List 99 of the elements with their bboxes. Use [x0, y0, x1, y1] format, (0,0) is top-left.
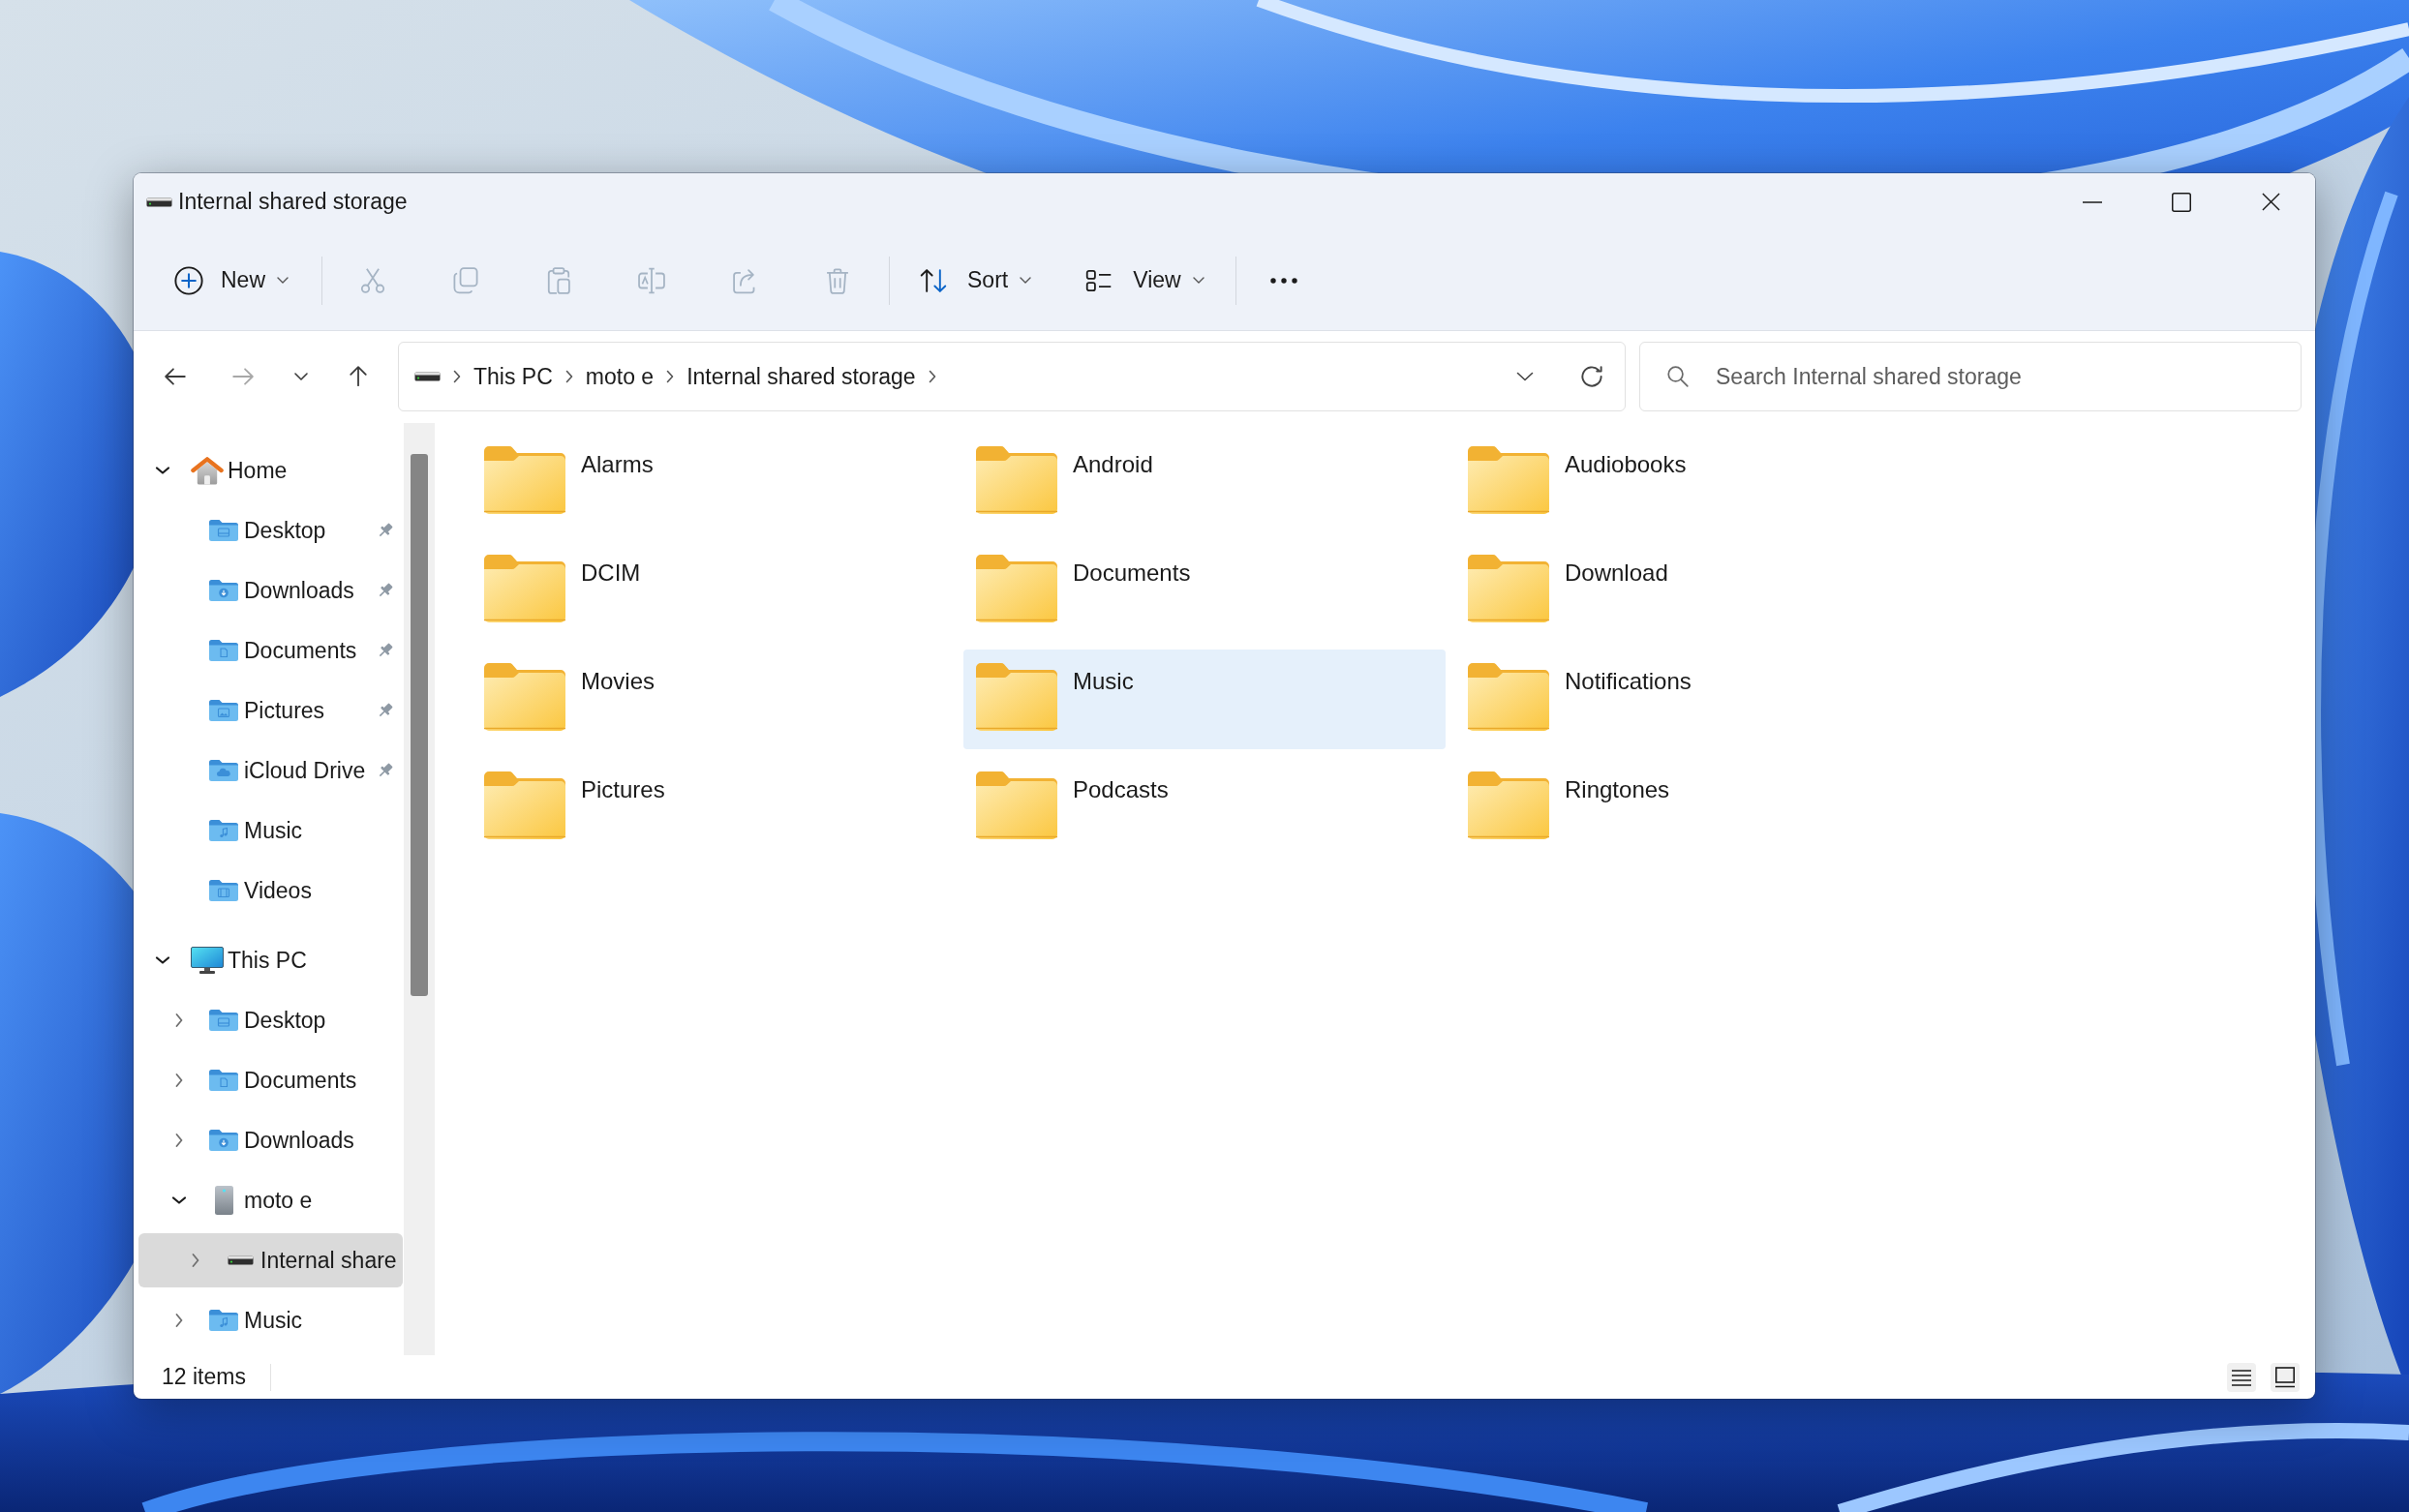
chevron-icon[interactable]	[666, 370, 675, 383]
chevron-right-icon[interactable]	[174, 1013, 184, 1028]
home-icon	[191, 456, 224, 485]
folder-item[interactable]: Ringtones	[1455, 758, 1937, 858]
breadcrumb[interactable]: moto e	[585, 363, 655, 390]
chevron-down-icon	[293, 372, 309, 381]
folder-item[interactable]: Audiobooks	[1455, 433, 1937, 532]
music-folder-icon	[209, 1310, 238, 1331]
breadcrumb[interactable]: This PC	[473, 363, 553, 390]
folder-item[interactable]: Download	[1455, 541, 1937, 641]
folder-item[interactable]: Movies	[472, 650, 954, 749]
folder-icon	[1468, 555, 1549, 622]
sidebar-item[interactable]: iCloud Drive	[138, 743, 403, 798]
caret-icon	[1192, 277, 1204, 284]
folder-icon	[484, 663, 565, 731]
sidebar-item[interactable]: Documents	[138, 1053, 403, 1107]
item-count: 12 items	[162, 1364, 246, 1390]
desktop-folder-icon	[209, 1010, 238, 1031]
refresh-icon	[1581, 366, 1602, 387]
sidebar-item[interactable]: Desktop	[138, 503, 403, 558]
folder-item[interactable]: Music	[963, 650, 1446, 749]
downloads-folder-icon	[209, 1130, 238, 1151]
folder-item[interactable]: DCIM	[472, 541, 954, 641]
folder-icon	[1468, 771, 1549, 839]
close-icon	[2261, 193, 2280, 211]
pictures-folder-icon	[209, 700, 238, 721]
search-field[interactable]: Search Internal shared storage	[1639, 342, 2302, 411]
chevron-icon[interactable]	[564, 370, 573, 383]
sidebar-item[interactable]: Home	[138, 443, 403, 498]
folder-item[interactable]: Android	[963, 433, 1446, 532]
chevron-down-icon[interactable]	[171, 1195, 187, 1205]
folder-icon	[484, 446, 565, 514]
folder-icon	[1468, 446, 1549, 514]
plus-circle-icon	[174, 265, 203, 295]
maximize-icon	[2172, 192, 2191, 212]
sidebar-item[interactable]: Videos	[138, 863, 403, 918]
view-button[interactable]: View	[1071, 251, 1218, 310]
folder-icon	[976, 771, 1057, 839]
phone-icon	[214, 1186, 233, 1215]
folder-icon	[484, 771, 565, 839]
folder-item[interactable]: Pictures	[472, 758, 954, 858]
chevron-down-icon[interactable]	[155, 955, 170, 965]
folder-item[interactable]: Notifications	[1455, 650, 1937, 749]
copy-icon	[451, 265, 480, 295]
music-folder-icon	[209, 820, 238, 841]
more-icon	[1269, 277, 1297, 284]
videos-folder-icon	[209, 880, 238, 901]
folder-icon	[1468, 663, 1549, 731]
sidebar-item[interactable]: Desktop	[138, 993, 403, 1047]
folder-icon	[976, 663, 1057, 731]
sidebar-item[interactable]: Documents	[138, 623, 403, 678]
caret-icon	[1020, 277, 1032, 284]
up-arrow-icon	[350, 366, 367, 387]
chevron-down-icon[interactable]	[155, 466, 170, 475]
documents-folder-icon	[209, 640, 238, 661]
scissors-icon	[358, 265, 387, 295]
downloads-folder-icon	[209, 580, 238, 601]
list-view-icon[interactable]	[2227, 1362, 2256, 1392]
sidebar-item[interactable]: Internal share	[138, 1233, 403, 1287]
drive-icon	[146, 197, 172, 207]
documents-folder-icon	[209, 1070, 238, 1091]
sidebar-item[interactable]: moto e	[138, 1173, 403, 1227]
folder-icon	[976, 555, 1057, 622]
sort-button[interactable]: Sort	[905, 251, 1046, 310]
sidebar-item[interactable]: Downloads	[138, 1113, 403, 1167]
rename-icon	[637, 265, 666, 295]
chevron-right-icon[interactable]	[174, 1313, 184, 1328]
sidebar-item[interactable]: Pictures	[138, 683, 403, 738]
right-arrow-icon	[232, 368, 254, 385]
minimize-icon	[2083, 200, 2102, 203]
sidebar-item[interactable]: Music	[138, 803, 403, 858]
chevron-right-icon[interactable]	[191, 1253, 200, 1268]
sidebar-item[interactable]: This PC	[138, 933, 403, 987]
monitor-icon	[191, 947, 224, 974]
sidebar-item[interactable]: Music	[138, 1293, 403, 1347]
breadcrumb[interactable]: Internal shared storage	[686, 363, 916, 390]
scrollbar-thumb[interactable]	[411, 454, 428, 996]
address-field[interactable]: This PC moto e Internal shared storage	[398, 342, 1626, 411]
sidebar-item[interactable]: Downloads	[138, 563, 403, 618]
window-title: Internal shared storage	[178, 189, 408, 215]
chevron-right-icon[interactable]	[174, 1073, 184, 1088]
chevron-down-icon	[1516, 372, 1534, 381]
new-button[interactable]: New	[161, 251, 302, 310]
left-arrow-icon	[165, 368, 186, 385]
cloud-folder-icon	[209, 760, 238, 781]
desktop-folder-icon	[209, 520, 238, 541]
folder-item[interactable]: Alarms	[472, 433, 954, 532]
search-icon	[1667, 366, 1689, 387]
chevron-icon[interactable]	[928, 370, 936, 383]
folder-icon	[484, 555, 565, 622]
folder-item[interactable]: Podcasts	[963, 758, 1446, 858]
folder-icon	[976, 446, 1057, 514]
tile-view-icon[interactable]	[2271, 1362, 2300, 1392]
chevron-icon[interactable]	[453, 370, 461, 383]
drive-icon	[227, 1255, 254, 1265]
chevron-right-icon[interactable]	[174, 1133, 184, 1148]
caret-icon	[277, 277, 289, 284]
drive-icon	[414, 372, 441, 381]
folder-item[interactable]: Documents	[963, 541, 1446, 641]
